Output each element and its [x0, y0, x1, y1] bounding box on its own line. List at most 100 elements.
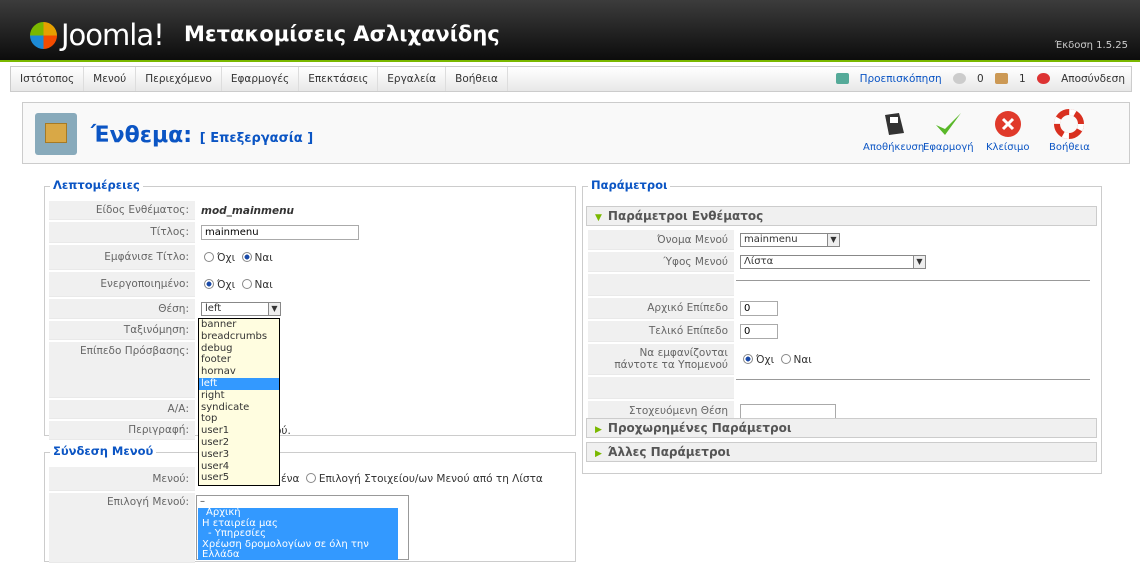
start-level-label: Αρχικό Επίπεδο [588, 298, 734, 319]
type-value: mod_mainmenu [201, 204, 295, 217]
logout-icon [1037, 73, 1051, 84]
version-label: Έκδοση 1.5.25 [1054, 40, 1128, 51]
menu-link-legend: Σύνδεση Μενού [50, 444, 157, 458]
select-from-list-radio[interactable] [305, 473, 316, 483]
type-label: Είδος Ενθέματος: [49, 201, 195, 220]
site-name: Μετακομίσεις Ασλιχανίδης [184, 22, 500, 46]
list-item[interactable]: Αρχική [202, 507, 398, 519]
menu-style-label: Ύφος Μενού [588, 252, 734, 272]
show-title-label: Εμφάνισε Τίτλο: [49, 245, 195, 270]
divider [736, 280, 1090, 281]
preview-icon [835, 73, 849, 84]
select-menu-label: Επιλογή Μενού: [49, 493, 195, 563]
list-item[interactable]: - Υπηρεσίες [202, 528, 398, 540]
details-legend: Λεπτομέρειες [50, 178, 143, 192]
joomla-logo-icon [30, 22, 57, 49]
status-area: Προεπισκόπηση 0 1 Αποσύνδεση [828, 67, 1125, 91]
toolbar: Ένθεμα: [ Επεξεργασία ] Αποθήκευση Εφαρμ… [22, 102, 1130, 164]
position-select[interactable]: left ▼ [201, 302, 281, 316]
lifebuoy-icon [1054, 109, 1085, 139]
joomla-logo: Joomla! [30, 18, 165, 52]
position-option[interactable]: user4 [199, 461, 279, 473]
details-fieldset: Λεπτομέρειες Είδος Ενθέματος: mod_mainmen… [44, 178, 576, 440]
messages-count[interactable]: 0 [953, 73, 984, 85]
header-bar: Joomla! Μετακομίσεις Ασλιχανίδης Έκδοση … [0, 0, 1140, 62]
triangle-down-icon: ▼ [595, 213, 602, 223]
close-button[interactable]: Κλείσιμο [986, 109, 1029, 153]
users-icon [995, 73, 1009, 84]
target-position-input[interactable] [740, 404, 836, 419]
chevron-down-icon: ▼ [913, 256, 925, 268]
logout-link[interactable]: Αποσύνδεση [1037, 73, 1125, 85]
list-item[interactable]: Χρέωση δρομολογίων σε όλη την Ελλάδα [202, 539, 398, 561]
position-option[interactable]: right [199, 390, 279, 402]
admin-menubar: Ιστότοπος Μενού Περιεχόμενο Εφαρμογές Επ… [10, 66, 1132, 92]
module-icon [35, 113, 77, 155]
menu-menus[interactable]: Μενού [84, 67, 137, 91]
id-label: Α/Α: [49, 400, 195, 419]
users-count[interactable]: 1 [995, 73, 1026, 85]
triangle-right-icon: ▶ [595, 425, 602, 435]
menu-name-select[interactable]: mainmenu ▼ [740, 233, 840, 247]
list-selected-block[interactable]: Αρχική Η εταιρεία μας - Υπηρεσίες Χρέωση… [198, 507, 398, 561]
page-title: Ένθεμα: [ Επεξεργασία ] [91, 123, 314, 148]
position-option[interactable]: banner [199, 319, 279, 331]
menu-name-label: Όνομα Μενού [588, 230, 734, 250]
other-params-panel[interactable]: ▶ Άλλες Παράμετροι [586, 442, 1097, 462]
position-option[interactable]: syndicate [199, 402, 279, 414]
position-option-selected[interactable]: left [199, 377, 279, 390]
always-show-no-radio[interactable] [743, 353, 753, 364]
close-icon [994, 111, 1021, 137]
position-dropdown-list[interactable]: banner breadcrumbs debug footer hornav l… [198, 318, 280, 486]
position-option[interactable]: breadcrumbs [199, 331, 279, 343]
menu-extensions[interactable]: Επεκτάσεις [299, 67, 379, 91]
parameters-legend: Παράμετροι [588, 178, 671, 192]
always-show-submenu-label: Να εμφανίζονται πάντοτε τα Υπομενού [588, 344, 734, 375]
save-button[interactable]: Αποθήκευση [863, 109, 924, 153]
divider [736, 379, 1090, 380]
always-show-yes-radio[interactable] [780, 353, 791, 364]
menu-components[interactable]: Εφαρμογές [222, 67, 300, 91]
end-level-input[interactable] [740, 324, 778, 339]
position-option[interactable]: footer [199, 354, 279, 366]
menu-tools[interactable]: Εργαλεία [378, 67, 447, 91]
description-label: Περιγραφή: [49, 421, 195, 440]
messages-icon [953, 73, 966, 84]
chevron-down-icon: ▼ [268, 303, 280, 315]
triangle-right-icon: ▶ [595, 449, 602, 459]
show-title-no-radio[interactable] [204, 251, 214, 262]
position-option[interactable]: user3 [199, 449, 279, 461]
position-option[interactable]: user1 [199, 425, 279, 437]
list-item[interactable]: – [197, 496, 408, 507]
menu-items-listbox[interactable]: – Αρχική Η εταιρεία μας - Υπηρεσίες Χρέω… [196, 495, 409, 560]
enabled-no-radio[interactable] [204, 278, 214, 289]
position-label: Θέση: [49, 299, 195, 319]
position-option[interactable]: user5 [199, 472, 279, 484]
position-option[interactable]: user2 [199, 437, 279, 449]
title-input[interactable] [201, 225, 359, 240]
show-title-yes-radio[interactable] [241, 251, 252, 262]
save-icon [884, 113, 904, 135]
start-level-input[interactable] [740, 301, 778, 316]
enabled-yes-radio[interactable] [241, 278, 252, 289]
menu-site[interactable]: Ιστότοπος [11, 67, 85, 91]
title-label: Τίτλος: [49, 222, 195, 243]
menus-label: Μενού: [49, 467, 195, 491]
position-option[interactable]: top [199, 413, 279, 425]
apply-button[interactable]: Εφαρμογή [923, 109, 974, 153]
order-label: Ταξινόμηση: [49, 321, 195, 340]
module-params-panel[interactable]: ▼ Παράμετροι Ενθέματος [586, 206, 1097, 226]
help-button[interactable]: Βοήθεια [1049, 109, 1090, 153]
preview-link[interactable]: Προεπισκόπηση [835, 73, 942, 85]
menu-content[interactable]: Περιεχόμενο [136, 67, 222, 91]
enabled-label: Ενεργοποιημένο: [49, 272, 195, 297]
chevron-down-icon: ▼ [827, 234, 839, 246]
access-label: Επίπεδο Πρόσβασης: [49, 342, 195, 398]
position-option[interactable]: debug [199, 343, 279, 355]
end-level-label: Τελικό Επίπεδο [588, 321, 734, 342]
menu-help[interactable]: Βοήθεια [446, 67, 508, 91]
checkmark-icon [936, 113, 962, 135]
menu-style-select[interactable]: Λίστα ▼ [740, 255, 926, 269]
position-option[interactable]: hornav [199, 366, 279, 378]
advanced-params-panel[interactable]: ▶ Προχωρημένες Παράμετροι [586, 418, 1097, 438]
